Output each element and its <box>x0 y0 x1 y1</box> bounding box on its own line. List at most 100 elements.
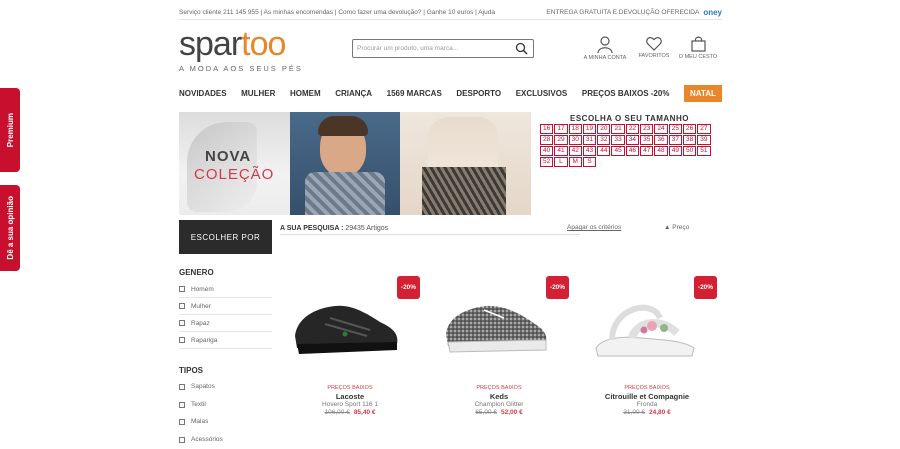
size-option[interactable]: 49 <box>668 146 682 156</box>
size-option[interactable]: 41 <box>554 146 568 156</box>
size-option[interactable]: 46 <box>625 146 640 156</box>
old-price: 106,00 € <box>324 409 350 416</box>
clear-criteria-link[interactable]: Apagar os critérios <box>567 224 621 231</box>
bag-icon <box>690 36 706 52</box>
size-option[interactable]: 30 <box>568 135 582 145</box>
size-option[interactable]: 35 <box>640 135 654 145</box>
filter-option-acessorios[interactable]: Acessórios <box>179 431 272 448</box>
checkbox[interactable] <box>179 337 185 343</box>
size-option[interactable]: 29 <box>554 135 568 145</box>
product-card[interactable]: -20% PREÇOS BAIXOS Lacoste Hovero Sport … <box>280 272 420 417</box>
top-bar: Serviço cliente 211 145 955 | As minhas … <box>179 6 722 20</box>
promo-banner[interactable]: NOVA COLEÇÃO <box>179 112 531 215</box>
size-option[interactable]: 32 <box>597 135 611 145</box>
search-input[interactable]: Procurar um produto, uma marca... <box>352 39 534 58</box>
nav-item-desporto[interactable]: DESPORTO <box>456 89 501 98</box>
nav-item-crianca[interactable]: CRIANÇA <box>335 89 372 98</box>
size-option[interactable]: 27 <box>697 124 711 134</box>
skirt-image <box>422 167 506 215</box>
size-option[interactable]: L <box>554 157 568 167</box>
size-option[interactable]: 31 <box>582 135 597 145</box>
nav-item-mulher[interactable]: MULHER <box>241 89 275 98</box>
size-option[interactable]: 43 <box>582 146 597 156</box>
filter-option-mulher[interactable]: Mulher <box>179 298 272 315</box>
account-label: A MINHA CONTA <box>583 55 627 61</box>
checkbox[interactable] <box>179 401 185 408</box>
new-price: 24,80 € <box>649 409 671 416</box>
nav-item-precos-baixos[interactable]: PREÇOS BAIXOS -20% <box>582 89 670 98</box>
size-option[interactable]: 47 <box>640 146 654 156</box>
product-prices: 65,00 € 52,00 € <box>429 409 569 416</box>
checkbox[interactable] <box>179 303 185 309</box>
checkbox[interactable] <box>179 436 185 443</box>
account-link[interactable]: A MINHA CONTA <box>580 36 630 61</box>
size-option[interactable]: 25 <box>668 124 682 134</box>
size-option[interactable]: 21 <box>611 124 625 134</box>
search-icon[interactable] <box>515 42 528 57</box>
size-option[interactable]: 45 <box>611 146 625 156</box>
filter-option-label: Rapaz <box>191 319 210 327</box>
size-option[interactable]: 38 <box>682 135 697 145</box>
size-option[interactable]: 28 <box>540 135 554 145</box>
feedback-tab-label: Dê a sua opinião <box>5 196 15 260</box>
size-option[interactable]: 44 <box>597 146 611 156</box>
filter-option-label: Textil <box>191 401 206 408</box>
results-label: A SUA PESQUISA : <box>280 225 344 232</box>
size-option[interactable]: 16 <box>540 124 554 134</box>
nav-item-exclusivos[interactable]: EXCLUSIVOS <box>516 89 568 98</box>
nav-item-natal[interactable]: NATAL <box>684 85 722 102</box>
size-option[interactable]: 40 <box>540 146 554 156</box>
checkbox[interactable] <box>179 418 185 425</box>
nav-item-novidades[interactable]: NOVIDADES <box>179 89 227 98</box>
size-option[interactable]: M <box>568 157 582 167</box>
filter-option-textil[interactable]: Textil <box>179 396 272 413</box>
size-option[interactable]: 48 <box>654 146 668 156</box>
filter-header[interactable]: ESCOLHER POR <box>179 220 272 254</box>
size-grid: 16 17 18 19 20 21 22 23 24 25 26 27 28 29 30 31 32 33 34 35… <box>540 124 722 167</box>
size-option[interactable]: 17 <box>554 124 568 134</box>
size-option[interactable]: 19 <box>582 124 597 134</box>
size-option[interactable]: 24 <box>654 124 668 134</box>
size-option[interactable]: 52 <box>540 157 554 167</box>
size-option[interactable]: 20 <box>597 124 611 134</box>
spartoo-logo[interactable]: spartoo <box>179 26 286 62</box>
size-option[interactable]: 26 <box>682 124 697 134</box>
size-option[interactable]: 50 <box>682 146 697 156</box>
size-option[interactable]: S <box>582 157 597 167</box>
size-option[interactable]: 36 <box>654 135 668 145</box>
size-option[interactable]: 18 <box>568 124 582 134</box>
nav-item-marcas[interactable]: 1569 MARCAS <box>387 89 442 98</box>
favorites-label: FAVORITOS <box>638 53 670 59</box>
size-option[interactable]: 51 <box>697 146 711 156</box>
service-links[interactable]: Serviço cliente 211 145 955 | As minhas … <box>179 9 495 16</box>
size-option[interactable]: 34 <box>625 135 640 145</box>
size-option[interactable]: 22 <box>625 124 640 134</box>
product-card[interactable]: -20% PREÇOS BAIXOS Keds Champion Glitter… <box>429 272 569 417</box>
sandal-image <box>595 304 695 357</box>
filter-option-malas[interactable]: Malas <box>179 413 272 430</box>
old-price: 31,00 € <box>623 409 645 416</box>
results-summary: A SUA PESQUISA : 29435 Artigos <box>280 225 388 232</box>
filter-option-rapariga[interactable]: Rapariga <box>179 332 272 349</box>
nav-item-homem[interactable]: HOMEM <box>290 89 321 98</box>
size-option[interactable]: 39 <box>697 135 711 145</box>
scarf-image <box>305 172 385 215</box>
size-option[interactable]: 23 <box>640 124 654 134</box>
size-option[interactable]: 42 <box>568 146 582 156</box>
filter-genero-title: GENERO <box>179 268 214 277</box>
filter-option-sapatos[interactable]: Sapatos <box>179 378 272 395</box>
checkbox[interactable] <box>179 383 185 390</box>
size-option[interactable]: 33 <box>611 135 625 145</box>
product-prices: 31,00 € 24,80 € <box>577 409 717 416</box>
premium-tab[interactable]: Premium <box>0 88 20 172</box>
size-option[interactable]: 37 <box>668 135 682 145</box>
cart-link[interactable]: O MEU CESTO <box>673 36 723 60</box>
sort-price[interactable]: ▲ Preço <box>664 224 689 231</box>
favorites-link[interactable]: FAVORITOS <box>629 36 679 59</box>
checkbox[interactable] <box>179 286 185 292</box>
feedback-tab[interactable]: Dê a sua opinião <box>0 185 20 271</box>
checkbox[interactable] <box>179 320 185 326</box>
filter-option-homem[interactable]: Homem <box>179 281 272 298</box>
product-card[interactable]: -20% PREÇOS BAIXOS Citrouille et Compagn… <box>577 272 717 417</box>
filter-option-rapaz[interactable]: Rapaz <box>179 315 272 332</box>
